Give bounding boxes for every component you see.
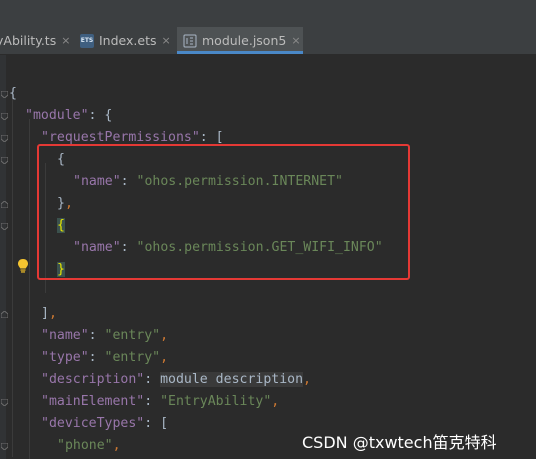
close-icon[interactable]: × — [61, 34, 70, 47]
json-string: "EntryAbility" — [160, 394, 272, 409]
tab-label: module.json5 — [202, 33, 287, 48]
fold-marker-icon[interactable] — [1, 91, 8, 98]
fold-marker-icon[interactable] — [1, 157, 8, 164]
close-icon[interactable]: × — [291, 34, 300, 47]
watermark-text: CSDN @txwtech笛克特科 — [302, 433, 497, 452]
json-file-icon — [183, 34, 197, 48]
brace: { — [9, 86, 17, 101]
tab-label: yAbility.ts — [0, 33, 57, 48]
json-key: "requestPermissions" — [41, 130, 200, 145]
comma: , — [112, 438, 121, 453]
code-line: "mainElement": "EntryAbility", — [41, 391, 279, 413]
code-line: "name": "entry", — [41, 325, 168, 347]
lightbulb-icon[interactable] — [16, 258, 30, 274]
code-line: "phone", — [57, 435, 121, 457]
indent-guide — [12, 97, 13, 457]
code-line: ], — [41, 303, 57, 325]
json-string: "phone" — [57, 438, 113, 453]
code-line: "type": "entry", — [41, 347, 168, 369]
json-key: "type" — [41, 350, 89, 365]
fold-marker-icon[interactable] — [1, 399, 8, 406]
comma: , — [48, 306, 57, 321]
punctuation: : [ — [144, 416, 169, 431]
code-line: { — [9, 83, 17, 105]
comma: , — [303, 372, 311, 387]
json-key: "deviceTypes" — [41, 416, 145, 431]
json-string: "entry" — [104, 328, 161, 343]
json-key: "name" — [41, 328, 89, 343]
toolbar-strip — [0, 0, 536, 28]
fold-marker-icon[interactable] — [1, 201, 8, 208]
fold-marker-icon[interactable] — [1, 113, 8, 120]
fold-marker-icon[interactable] — [1, 443, 8, 450]
highlight-annotation-box — [37, 144, 410, 280]
code-line: "module": { — [25, 105, 112, 127]
json-string: "entry" — [104, 350, 161, 365]
fold-marker-icon[interactable] — [1, 135, 8, 142]
punctuation: : — [144, 372, 161, 387]
punctuation: : — [88, 328, 105, 343]
bracket: ] — [41, 306, 49, 321]
code-line: "deviceTypes": [ — [41, 413, 168, 435]
tab-entryability-ts[interactable]: yAbility.ts × — [0, 27, 70, 54]
ets-file-icon: ETS — [80, 33, 94, 48]
punctuation: : [ — [199, 130, 224, 145]
resource-reference: module description — [160, 372, 304, 387]
tab-module-json5[interactable]: module.json5 × — [177, 27, 303, 54]
json-key: "mainElement" — [41, 394, 145, 409]
json-key: "description" — [41, 372, 145, 387]
editor-tab-bar: yAbility.ts × ETS Index.ets × module.jso… — [0, 27, 536, 55]
indent-guide — [29, 119, 30, 459]
fold-marker-icon[interactable] — [1, 311, 8, 318]
tab-label: Index.ets — [99, 33, 157, 48]
fold-marker-icon[interactable] — [1, 223, 8, 230]
code-line: "description": module description, — [41, 369, 311, 391]
punctuation: : { — [88, 108, 113, 123]
comma: , — [160, 350, 169, 365]
tab-index-ets[interactable]: ETS Index.ets × — [80, 27, 172, 54]
json-key: "module" — [25, 108, 89, 123]
punctuation: : — [88, 350, 105, 365]
comma: , — [271, 394, 280, 409]
comma: , — [160, 328, 169, 343]
close-icon[interactable]: × — [162, 34, 171, 47]
punctuation: : — [144, 394, 161, 409]
